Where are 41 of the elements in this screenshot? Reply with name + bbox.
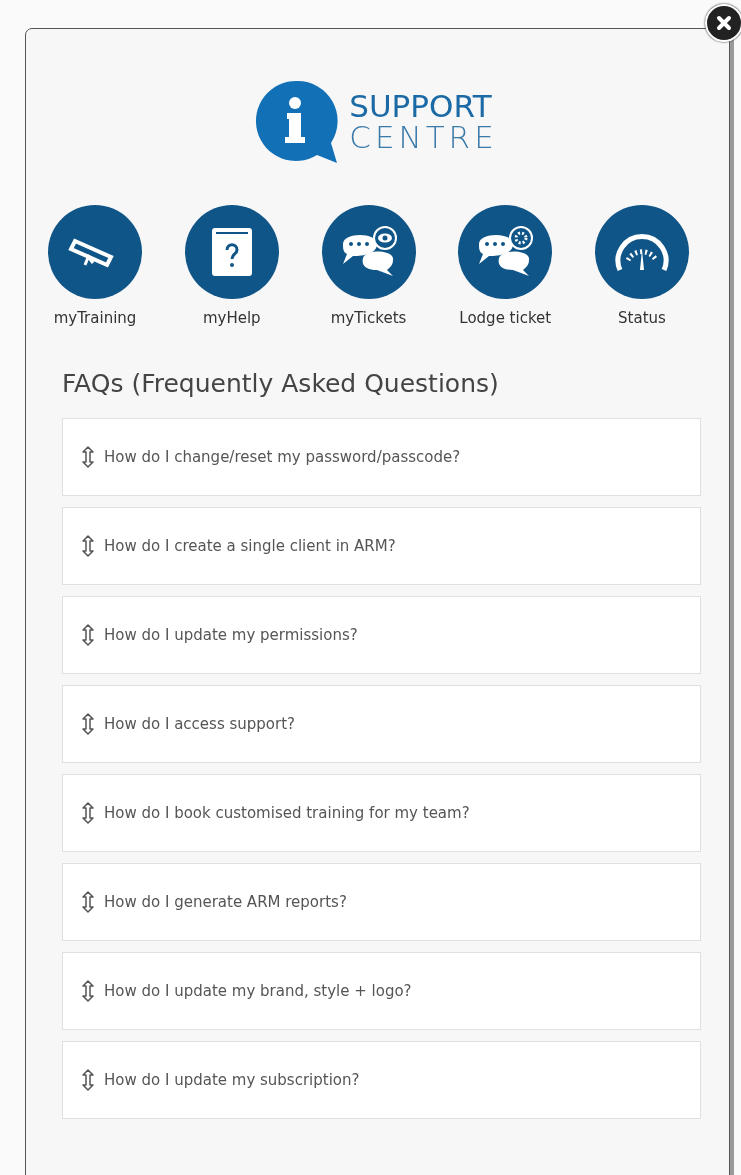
faq-question: How do I generate ARM reports? bbox=[104, 893, 347, 911]
faq-item[interactable]: How do I update my brand, style + logo? bbox=[62, 952, 701, 1030]
faq-question: How do I book customised training for my team? bbox=[104, 804, 470, 822]
shortcut-label: Lodge ticket bbox=[459, 309, 552, 327]
shortcut-link[interactable]: myTraining bbox=[30, 205, 160, 327]
expand-arrow-icon bbox=[81, 1069, 95, 1091]
faq-item[interactable]: How do I generate ARM reports? bbox=[62, 863, 701, 941]
expand-arrow-icon bbox=[81, 535, 95, 557]
shortcut-label: Status bbox=[618, 309, 666, 327]
faq-item[interactable]: How do I update my permissions? bbox=[62, 596, 701, 674]
close-button[interactable] bbox=[705, 4, 741, 42]
logo-subtitle: CENTRE bbox=[349, 122, 498, 153]
shortcut-label: myTickets bbox=[330, 309, 407, 327]
faq-question: How do I update my subscription? bbox=[104, 1071, 360, 1089]
expand-arrow-icon bbox=[81, 713, 95, 735]
expand-arrow-icon bbox=[81, 802, 95, 824]
faq-item[interactable]: How do I create a single client in ARM? bbox=[62, 507, 701, 585]
close-icon bbox=[716, 15, 732, 31]
shortcut-link[interactable]: myTickets bbox=[303, 205, 434, 327]
expand-arrow-icon bbox=[81, 891, 95, 913]
faq-item[interactable]: How do I book customised training for my team? bbox=[62, 774, 701, 852]
shortcut-label: myHelp bbox=[202, 309, 261, 327]
help-book-icon bbox=[209, 226, 254, 278]
faq-item[interactable]: How do I access support? bbox=[62, 685, 701, 763]
expand-arrow-icon bbox=[81, 624, 95, 646]
faq-question: How do I create a single client in ARM? bbox=[104, 537, 396, 555]
shortcut-link[interactable]: Lodge ticket bbox=[440, 205, 571, 327]
faq-title: FAQs (Frequently Asked Questions) bbox=[62, 369, 500, 398]
expand-arrow-icon bbox=[81, 446, 95, 468]
faq-question: How do I access support? bbox=[104, 715, 295, 733]
shortcut-link[interactable]: Status bbox=[577, 205, 707, 327]
faq-question: How do I change/reset my password/passcode? bbox=[104, 448, 461, 466]
shortcut-link[interactable]: myHelp bbox=[166, 205, 297, 327]
logo-title: SUPPORT bbox=[349, 91, 493, 122]
expand-arrow-icon bbox=[81, 980, 95, 1002]
shortcut-label: myTraining bbox=[53, 309, 137, 327]
faq-item[interactable]: How do I change/reset my password/passcode? bbox=[62, 418, 701, 496]
faq-item[interactable]: How do I update my subscription? bbox=[62, 1041, 701, 1119]
faq-question: How do I update my brand, style + logo? bbox=[104, 982, 412, 1000]
info-bubble-icon bbox=[255, 79, 340, 165]
faq-question: How do I update my permissions? bbox=[104, 626, 358, 644]
